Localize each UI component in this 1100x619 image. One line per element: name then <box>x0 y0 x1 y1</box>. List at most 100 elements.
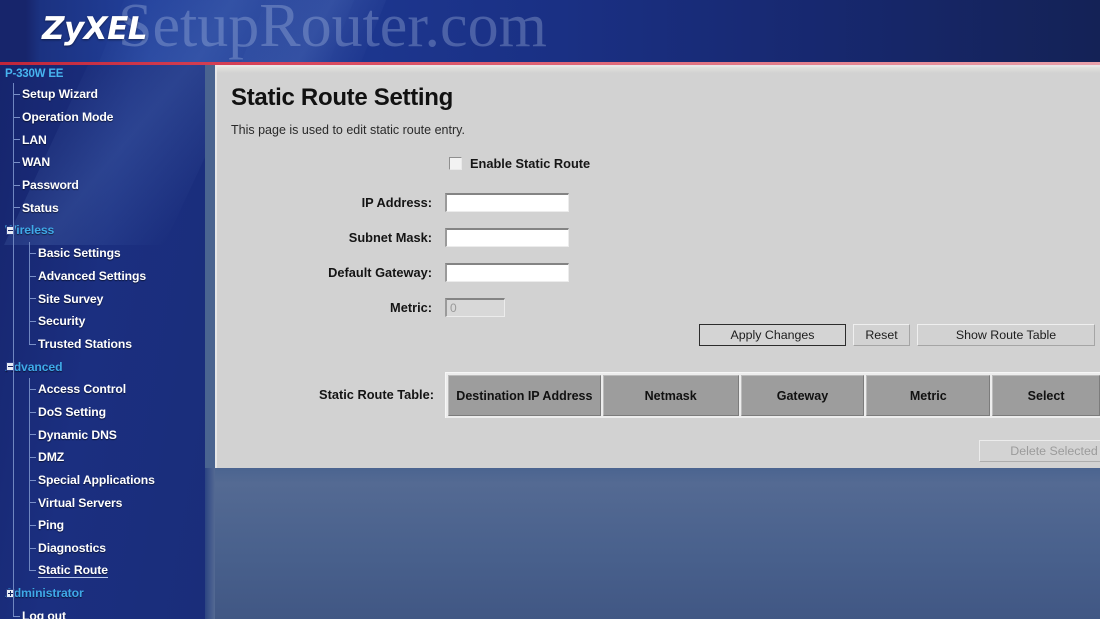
sidebar-item-label: Ping <box>38 518 65 533</box>
sidebar-item-trusted-stations[interactable]: Trusted Stations <box>0 333 205 356</box>
tree-tick-icon <box>29 411 36 413</box>
sidebar-item-label: Special Applications <box>38 473 155 488</box>
tree-tick-icon <box>13 116 20 118</box>
tree-tick-icon <box>29 343 36 345</box>
sidebar-item-password[interactable]: Password <box>0 174 205 197</box>
header-sheen-decoration-2 <box>221 0 399 62</box>
sidebar-item-security[interactable]: Security <box>0 310 205 333</box>
tree-tick-icon <box>13 184 20 186</box>
tree-tick-icon <box>13 615 20 617</box>
delete-selected-button[interactable]: Delete Selected <box>979 440 1100 462</box>
sidebar-item-label: Static Route <box>38 563 108 579</box>
enable-static-route-checkbox[interactable] <box>449 157 462 170</box>
sidebar-item-label: Status <box>22 200 59 215</box>
enable-static-route-row: Enable Static Route <box>449 156 590 171</box>
sidebar-item-virtual-servers[interactable]: Virtual Servers <box>0 491 205 514</box>
sidebar-item-label: DMZ <box>38 450 65 465</box>
sidebar-item-label: Trusted Stations <box>38 336 132 351</box>
sidebar-item-label: Diagnostics <box>38 541 106 556</box>
ip-address-input[interactable] <box>445 193 569 212</box>
sidebar-item-label: Dynamic DNS <box>38 427 117 442</box>
sidebar-item-special-applications[interactable]: Special Applications <box>0 469 205 492</box>
tree-tick-icon <box>13 139 20 141</box>
apply-changes-button[interactable]: Apply Changes <box>699 324 846 346</box>
static-route-table: Destination IP Address Netmask Gateway Metr… <box>445 372 1100 418</box>
sidebar-item-wan[interactable]: WAN <box>0 151 205 174</box>
main-content-panel: Static Route Setting This page is used t… <box>215 65 1100 468</box>
table-header-cell: Metric <box>866 375 991 416</box>
tree-tick-icon <box>13 207 20 209</box>
field-label: Metric: <box>390 300 432 315</box>
zyxel-logo: ZyXEL <box>42 11 148 47</box>
form-row: Metric: <box>217 290 1100 325</box>
sidebar-item-log-out[interactable]: Log out <box>0 605 205 619</box>
sidebar-item-dmz[interactable]: DMZ <box>0 446 205 469</box>
sidebar-item-label: Advanced Settings <box>38 268 147 283</box>
tree-tick-icon <box>13 162 20 164</box>
field-label: IP Address: <box>361 195 432 210</box>
tree-tick-icon <box>29 479 36 481</box>
tree-tick-icon <box>29 320 36 322</box>
sidebar-item-administrator[interactable]: Administrator <box>0 582 205 605</box>
page-background-lower-edge <box>205 468 215 619</box>
table-header-cell: Destination IP Address <box>448 375 601 416</box>
tree-tick-icon <box>29 298 36 300</box>
router-admin-page: SetupRouter.com ZyXEL P-330W EE Setup Wi… <box>0 0 1100 619</box>
sidebar-item-status[interactable]: Status <box>0 196 205 219</box>
tree-tick-icon <box>29 547 36 549</box>
sidebar-item-label: Password <box>22 178 79 193</box>
tree-spine <box>29 241 30 344</box>
tree-spine <box>13 82 14 617</box>
enable-static-route-label: Enable Static Route <box>470 156 591 171</box>
sidebar-item-advanced[interactable]: Advanced <box>0 355 205 378</box>
sidebar-item-setup-wizard[interactable]: Setup Wizard <box>0 83 205 106</box>
sidebar-item-label: Basic Settings <box>38 246 121 261</box>
reset-button[interactable]: Reset <box>853 324 910 346</box>
sidebar-item-operation-mode[interactable]: Operation Mode <box>0 106 205 129</box>
sidebar-item-dos-setting[interactable]: DoS Setting <box>0 401 205 424</box>
tree-tick-icon <box>29 275 36 277</box>
tree-spine <box>29 377 30 571</box>
tree-tick-icon <box>29 457 36 458</box>
page-header: SetupRouter.com ZyXEL <box>0 0 1100 62</box>
table-header-cell: Select <box>992 375 1100 416</box>
site-watermark: SetupRouter.com <box>118 0 547 60</box>
sidebar-item-label: DoS Setting <box>38 404 106 419</box>
subnet-mask-input[interactable] <box>445 228 569 247</box>
table-header-cell: Netmask <box>602 375 739 416</box>
sidebar-item-lan[interactable]: LAN <box>0 128 205 151</box>
sidebar-item-label: Security <box>38 314 86 329</box>
form-row: IP Address: <box>217 185 1100 220</box>
sidebar-item-wireless[interactable]: Wireless <box>0 219 205 242</box>
sidebar-item-ping[interactable]: Ping <box>0 514 205 537</box>
field-label: Subnet Mask: <box>348 230 432 245</box>
form-row: Default Gateway: <box>217 255 1100 290</box>
sidebar-item-label: WAN <box>22 155 51 170</box>
show-route-table-button[interactable]: Show Route Table <box>917 324 1095 346</box>
sidebar-menu: Setup Wizard Operation Mode LAN WAN Password… <box>0 82 205 619</box>
sidebar-item-advanced-settings[interactable]: Advanced Settings <box>0 265 205 288</box>
sidebar-item-basic-settings[interactable]: Basic Settings <box>0 242 205 265</box>
sidebar-model-title: P-330W EE <box>5 68 64 80</box>
sidebar-navigation: P-330W EE Setup Wizard Operation Mode LAN W… <box>0 65 205 619</box>
tree-tick-icon <box>29 502 36 504</box>
default-gateway-input[interactable] <box>445 263 569 282</box>
tree-tick-icon <box>29 525 36 527</box>
tree-tick-icon <box>13 94 20 95</box>
static-route-form: IP Address: Subnet Mask: Default Gateway: M… <box>217 185 1100 325</box>
sidebar-item-label: Site Survey <box>38 291 104 306</box>
sidebar-item-diagnostics[interactable]: Diagnostics <box>0 537 205 560</box>
tree-tick-icon <box>29 434 36 436</box>
sidebar-item-access-control[interactable]: Access Control <box>0 378 205 401</box>
sidebar-item-dynamic-dns[interactable]: Dynamic DNS <box>0 423 205 446</box>
field-label: Default Gateway: <box>328 265 432 280</box>
tree-tick-icon <box>29 252 36 254</box>
sidebar-item-label: LAN <box>22 132 47 147</box>
sidebar-item-site-survey[interactable]: Site Survey <box>0 287 205 310</box>
tree-tick-icon <box>29 388 36 390</box>
page-background-lower <box>205 468 1100 619</box>
sidebar-item-static-route[interactable]: Static Route <box>0 559 205 582</box>
page-title: Static Route Setting <box>231 84 454 111</box>
form-action-buttons: Apply Changes Reset Show Route Table <box>699 324 1095 346</box>
sidebar-item-label: Log out <box>22 609 66 619</box>
